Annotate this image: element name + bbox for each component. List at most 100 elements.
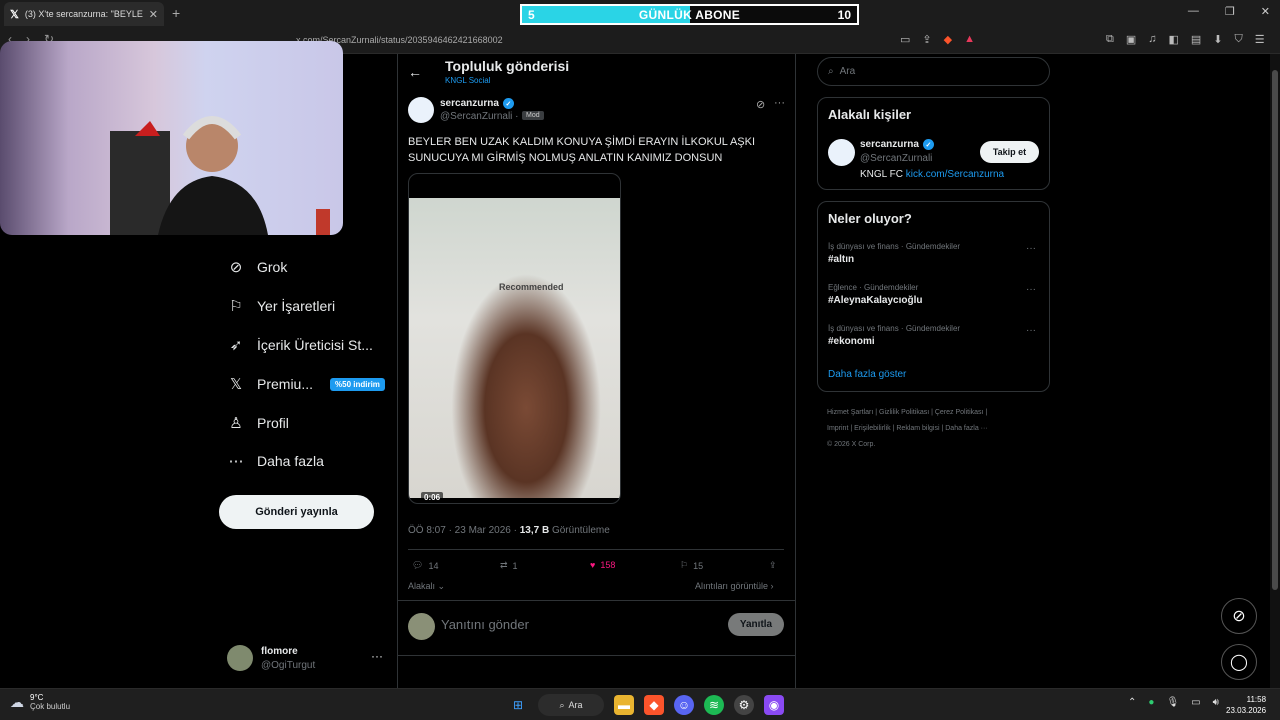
display-icon[interactable]: ▭: [1191, 697, 1200, 708]
download-icon[interactable]: ⬇: [1213, 33, 1222, 46]
browser-tab[interactable]: 𝕏 (3) X'te sercanzurna: "BEYLER BE ✕: [4, 2, 164, 26]
related-person-handle[interactable]: @SercanZurnali: [860, 153, 932, 164]
post-more-icon[interactable]: ···: [774, 97, 785, 109]
grok-explain-icon[interactable]: ⊘: [756, 98, 765, 111]
x-logo-icon: 𝕏: [10, 8, 19, 21]
mod-badge: Mod: [522, 111, 544, 120]
more-icon[interactable]: ···: [371, 649, 383, 663]
search-placeholder: Ara: [839, 66, 856, 77]
cast-icon[interactable]: ▭: [900, 33, 910, 46]
community-link[interactable]: KNGL Social: [445, 76, 491, 85]
brave-rewards-icon[interactable]: ▲: [964, 33, 975, 46]
file-explorer-icon[interactable]: ▬: [614, 695, 634, 715]
sidebar-item-bookmarks[interactable]: ⚐ Yer İşaretleri: [228, 297, 335, 315]
obs-icon[interactable]: ◉: [764, 695, 784, 715]
verified-badge-icon: ✓: [502, 98, 514, 109]
speaker-icon[interactable]: 🔊︎: [1213, 697, 1219, 708]
search-input[interactable]: ⌕ Ara: [817, 57, 1050, 86]
clock-date: 23.03.2026: [1226, 706, 1267, 715]
person-icon: ♙: [229, 415, 243, 432]
x-logo-icon: 𝕏: [229, 376, 243, 393]
view-quotes-label: Alıntıları görüntüle: [695, 581, 769, 591]
microphone-icon[interactable]: 🎙︎: [1166, 697, 1179, 708]
reply-sort-label: Alakalı: [408, 581, 436, 591]
trend-more-icon[interactable]: ···: [1026, 325, 1036, 336]
footer-line[interactable]: Hizmet Şartları | Gizlilik Politikası | …: [827, 405, 1047, 421]
reply-sort-dropdown[interactable]: Alakalı ⌄: [408, 581, 445, 592]
tab-title: (3) X'te sercanzurna: "BEYLER BE: [24, 9, 143, 19]
new-tab-icon[interactable]: +: [172, 5, 180, 21]
show-more-link[interactable]: Daha fazla göster: [828, 369, 906, 380]
post-button[interactable]: Gönderi yayınla: [219, 495, 374, 529]
discord-icon[interactable]: ☺: [674, 695, 694, 715]
sidebar-item-premium[interactable]: 𝕏 Premiu... %50 indirim: [228, 375, 385, 393]
avatar[interactable]: [828, 139, 855, 166]
sidebar-item-profile[interactable]: ♙ Profil: [228, 414, 289, 432]
back-arrow-icon[interactable]: ←: [408, 64, 422, 80]
trend-tag[interactable]: #altın: [828, 254, 854, 265]
status-dot-icon[interactable]: ●: [1148, 697, 1154, 708]
share-action[interactable]: ⇪: [769, 560, 777, 571]
sidebar-item-more[interactable]: ⋯ Daha fazla: [228, 452, 324, 470]
post-meta: ÖÖ 8:07 · 23 Mar 2026 · 13,7 B Görüntüle…: [408, 525, 610, 536]
scrollbar-thumb[interactable]: [1272, 70, 1278, 590]
trend-tag[interactable]: #AleynaKalaycıoğlu: [828, 295, 922, 306]
vpn-icon[interactable]: ⛉: [1235, 33, 1243, 46]
related-person-bio: KNGL FC kick.com/Sercanzurna: [860, 169, 1004, 180]
trend-more-icon[interactable]: ···: [1026, 243, 1036, 254]
reply-action[interactable]: 💬︎ 14: [412, 560, 438, 571]
extensions-icon[interactable]: ⧉: [1106, 33, 1114, 46]
chevron-up-icon[interactable]: ⌃: [1128, 697, 1136, 708]
footer-line[interactable]: Imprint | Erişilebilirlik | Reklam bilgi…: [827, 421, 1047, 437]
brave-shield-icon[interactable]: ◆: [944, 33, 952, 46]
messages-fab-button[interactable]: ◯: [1221, 644, 1257, 680]
restore-icon[interactable]: ❐: [1225, 5, 1235, 18]
reply-icon: 💬︎: [412, 560, 424, 570]
more-circle-icon: ⋯: [228, 453, 244, 470]
author-avatar[interactable]: [408, 97, 434, 123]
bookmark-count: 15: [693, 560, 704, 571]
taskbar: ☁ 9°C Çok bulutlu ⊞ ⌕ Ara ▬ ◆ ☺ ≋ ⚙ ◉ ⌃ ●…: [0, 688, 1280, 720]
clock[interactable]: 11:58 23.03.2026: [1226, 694, 1266, 716]
bio-link[interactable]: kick.com/Sercanzurna: [906, 169, 1004, 180]
repost-action[interactable]: ⇄ 1: [500, 560, 518, 571]
steam-icon[interactable]: ⚙: [734, 695, 754, 715]
close-window-icon[interactable]: ✕: [1261, 5, 1270, 18]
author-handle[interactable]: @SercanZurnali ·: [440, 111, 519, 122]
spotify-icon[interactable]: ≋: [704, 695, 724, 715]
trend-more-icon[interactable]: ···: [1026, 284, 1036, 295]
brave-browser-icon[interactable]: ◆: [644, 695, 664, 715]
reply-input[interactable]: Yanıtını gönder: [441, 617, 529, 632]
taskbar-search[interactable]: ⌕ Ara: [538, 694, 604, 716]
windows-start-icon[interactable]: ⊞: [508, 695, 528, 715]
verified-badge-icon: ✓: [922, 139, 934, 150]
share-icon[interactable]: ⇪: [922, 33, 931, 46]
weather-widget[interactable]: ☁ 9°C Çok bulutlu: [10, 693, 70, 711]
account-handle: @OgiTurgut: [261, 660, 316, 671]
author-name[interactable]: sercanzurna ✓: [440, 98, 514, 109]
reply-button[interactable]: Yanıtla: [728, 613, 784, 636]
window-controls: — ❐ ✕: [1188, 5, 1270, 18]
related-person-name[interactable]: sercanzurna ✓: [860, 139, 934, 150]
view-quotes-link[interactable]: Alıntıları görüntüle ›: [695, 581, 774, 591]
post-text: BEYLER BEN UZAK KALDIM KONUYA ŞİMDİ ERAY…: [408, 136, 756, 164]
sidebar-item-grok[interactable]: ⊘ Grok: [228, 258, 288, 276]
bookmark-action[interactable]: ⚐ 15: [680, 560, 703, 571]
like-action[interactable]: ♥ 158: [590, 560, 615, 570]
video-duration: 0:06: [421, 492, 444, 503]
wallet-icon[interactable]: ▤: [1191, 33, 1201, 46]
account-switcher[interactable]: flomore @OgiTurgut ···: [227, 645, 387, 673]
tab-close-icon[interactable]: ✕: [149, 8, 158, 21]
follow-button[interactable]: Takip et: [980, 141, 1039, 163]
card-title: Alakalı kişiler: [828, 107, 912, 122]
minimize-icon[interactable]: —: [1188, 5, 1199, 18]
post-timestamp[interactable]: ÖÖ 8:07 · 23 Mar 2026 ·: [408, 525, 520, 536]
music-icon[interactable]: ♫: [1148, 33, 1156, 46]
screenshot-icon[interactable]: ▣: [1126, 33, 1136, 46]
sidebar-item-creator-studio[interactable]: ➶ İçerik Üreticisi St...: [228, 336, 373, 354]
menu-icon[interactable]: ☰: [1255, 33, 1265, 46]
trend-tag[interactable]: #ekonomi: [828, 336, 875, 347]
grok-fab-button[interactable]: ⊘: [1221, 598, 1257, 634]
sidebar-toggle-icon[interactable]: ◧: [1169, 33, 1179, 46]
post-video[interactable]: Recommended 0:06: [408, 173, 621, 504]
